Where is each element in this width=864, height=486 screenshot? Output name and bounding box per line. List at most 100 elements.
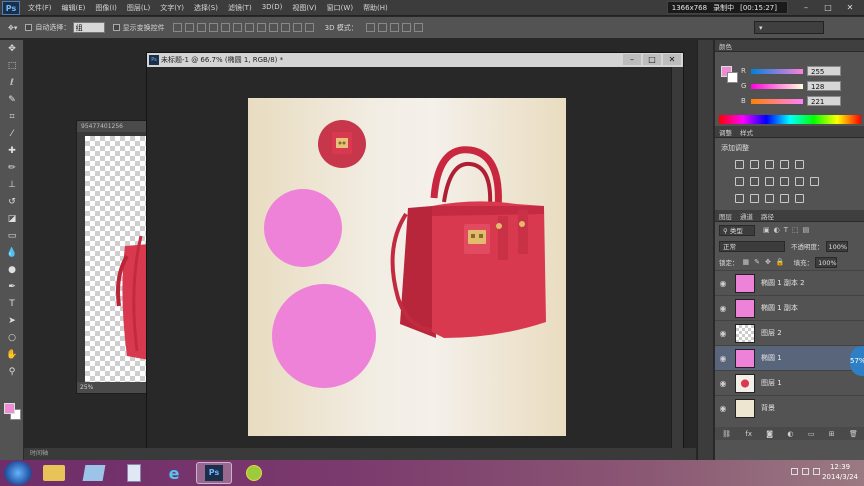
- path-select-tool-icon[interactable]: ➤: [0, 312, 24, 329]
- minimize-icon[interactable]: –: [796, 2, 816, 13]
- document-app-icon[interactable]: [116, 462, 152, 484]
- workspace-dropdown[interactable]: ▾: [754, 21, 824, 34]
- align-top-icon[interactable]: [172, 23, 182, 32]
- 3d-roll-icon[interactable]: [377, 23, 387, 32]
- menu-layer[interactable]: 图层(L): [127, 3, 150, 13]
- auto-select-dropdown[interactable]: 组: [72, 22, 105, 33]
- blur-tool-icon[interactable]: 💧: [0, 244, 24, 261]
- tray-volume-icon[interactable]: [813, 468, 820, 475]
- brightness-icon[interactable]: [735, 160, 744, 169]
- distribute-top-icon[interactable]: [244, 23, 254, 32]
- auto-select-checkbox[interactable]: [25, 24, 33, 31]
- color-panel-bg-swatch[interactable]: [727, 72, 738, 83]
- 3d-rotate-icon[interactable]: [365, 23, 375, 32]
- menu-edit[interactable]: 编辑(E): [62, 3, 86, 13]
- link-layers-icon[interactable]: ⛓: [722, 430, 731, 438]
- tab-styles[interactable]: 样式: [740, 127, 753, 137]
- green-slider[interactable]: [751, 83, 803, 89]
- distribute-right-icon[interactable]: [304, 23, 314, 32]
- timeline-bar[interactable]: 时间轴: [24, 448, 696, 460]
- 3d-scale-icon[interactable]: [413, 23, 423, 32]
- tab-channels[interactable]: 通道: [740, 211, 753, 221]
- align-bottom-icon[interactable]: [196, 23, 206, 32]
- menu-window[interactable]: 窗口(W): [327, 3, 353, 13]
- blue-slider[interactable]: [751, 98, 803, 104]
- document-close-icon[interactable]: ✕: [663, 54, 681, 65]
- background-document-title[interactable]: 95477401256: [77, 121, 147, 132]
- menu-3d[interactable]: 3D(D): [262, 3, 283, 13]
- ellipse-tool-icon[interactable]: ○: [0, 329, 24, 346]
- hand-tool-icon[interactable]: ✋: [0, 346, 24, 363]
- side-zoom-badge[interactable]: 57%: [850, 346, 864, 376]
- selective-color-icon[interactable]: [795, 194, 804, 203]
- maximize-icon[interactable]: □: [818, 2, 838, 13]
- eye-icon[interactable]: ◉: [715, 304, 731, 313]
- media-app-icon[interactable]: [76, 462, 112, 484]
- 3d-drag-icon[interactable]: [389, 23, 399, 32]
- gradient-map-icon[interactable]: [780, 194, 789, 203]
- fill-field[interactable]: 100%: [815, 256, 838, 268]
- lasso-tool-icon[interactable]: ℓ: [0, 74, 24, 91]
- quick-select-tool-icon[interactable]: ✎: [0, 91, 24, 108]
- align-right-icon[interactable]: [232, 23, 242, 32]
- tab-adjustments[interactable]: 调整: [719, 127, 732, 137]
- layer-row-selected[interactable]: ◉ 椭圆 1: [715, 345, 864, 370]
- tab-paths[interactable]: 路径: [761, 211, 774, 221]
- document-canvas[interactable]: [248, 98, 566, 436]
- zoom-tool-icon[interactable]: ⚲: [0, 363, 24, 380]
- tray-network-icon[interactable]: [802, 468, 809, 475]
- eyedropper-tool-icon[interactable]: ⁄: [0, 125, 24, 142]
- close-icon[interactable]: ✕: [840, 2, 860, 13]
- show-transform-checkbox[interactable]: [112, 24, 120, 31]
- align-middle-icon[interactable]: [184, 23, 194, 32]
- menu-select[interactable]: 选择(S): [194, 3, 218, 13]
- blue-value-field[interactable]: 221: [807, 96, 841, 106]
- distribute-bottom-icon[interactable]: [268, 23, 278, 32]
- eye-icon[interactable]: ◉: [715, 329, 731, 338]
- lock-icons[interactable]: ▦✎✥🔒: [743, 258, 790, 266]
- threshold-icon[interactable]: [765, 194, 774, 203]
- foreground-color-swatch[interactable]: [4, 403, 15, 414]
- internet-explorer-icon[interactable]: e: [156, 462, 192, 484]
- healing-brush-tool-icon[interactable]: ✚: [0, 142, 24, 159]
- green-value-field[interactable]: 128: [807, 81, 841, 91]
- background-document-window[interactable]: 95477401256 25%: [76, 120, 149, 394]
- color-balance-icon[interactable]: [750, 177, 759, 186]
- opacity-field[interactable]: 100%: [825, 240, 848, 252]
- color-lookup-icon[interactable]: [810, 177, 819, 186]
- eye-icon[interactable]: ◉: [715, 354, 731, 363]
- menu-image[interactable]: 图像(I): [95, 3, 117, 13]
- main-document-titlebar[interactable]: Ps 未标题-1 @ 66.7% (椭圆 1, RGB/8) * – □ ✕: [147, 53, 683, 67]
- type-tool-icon[interactable]: T: [0, 295, 24, 312]
- distribute-center-icon[interactable]: [292, 23, 302, 32]
- 3d-slide-icon[interactable]: [401, 23, 411, 32]
- document-minimize-icon[interactable]: –: [623, 54, 641, 65]
- color-spectrum-ramp[interactable]: [719, 115, 861, 124]
- menu-help[interactable]: 帮助(H): [363, 3, 388, 13]
- document-scrollbar[interactable]: [671, 67, 683, 461]
- layer-row[interactable]: ◉ 图层 1: [715, 370, 864, 395]
- system-clock[interactable]: 12:39 2014/3/24: [822, 462, 858, 482]
- posterize-icon[interactable]: [750, 194, 759, 203]
- red-value-field[interactable]: 255: [807, 66, 841, 76]
- distribute-middle-icon[interactable]: [256, 23, 266, 32]
- menu-filter[interactable]: 滤镜(T): [228, 3, 252, 13]
- curves-icon[interactable]: [765, 160, 774, 169]
- new-layer-icon[interactable]: ⊞: [829, 430, 835, 438]
- delete-layer-icon[interactable]: 🗑: [849, 430, 858, 438]
- layer-filter-icons[interactable]: ▣◐T⬚▤: [763, 226, 813, 234]
- move-tool-icon[interactable]: ✥: [0, 40, 24, 57]
- start-button[interactable]: [4, 461, 32, 485]
- exposure-icon[interactable]: [780, 160, 789, 169]
- pen-tool-icon[interactable]: ✒: [0, 278, 24, 295]
- menu-view[interactable]: 视图(V): [292, 3, 316, 13]
- align-left-icon[interactable]: [208, 23, 218, 32]
- eye-icon[interactable]: ◉: [715, 404, 731, 413]
- red-slider[interactable]: [751, 68, 803, 74]
- clone-stamp-tool-icon[interactable]: ⊥: [0, 176, 24, 193]
- brush-tool-icon[interactable]: ✏: [0, 159, 24, 176]
- history-brush-tool-icon[interactable]: ↺: [0, 193, 24, 210]
- photo-filter-icon[interactable]: [780, 177, 789, 186]
- layer-row[interactable]: ◉ 背景: [715, 395, 864, 420]
- channel-mixer-icon[interactable]: [795, 177, 804, 186]
